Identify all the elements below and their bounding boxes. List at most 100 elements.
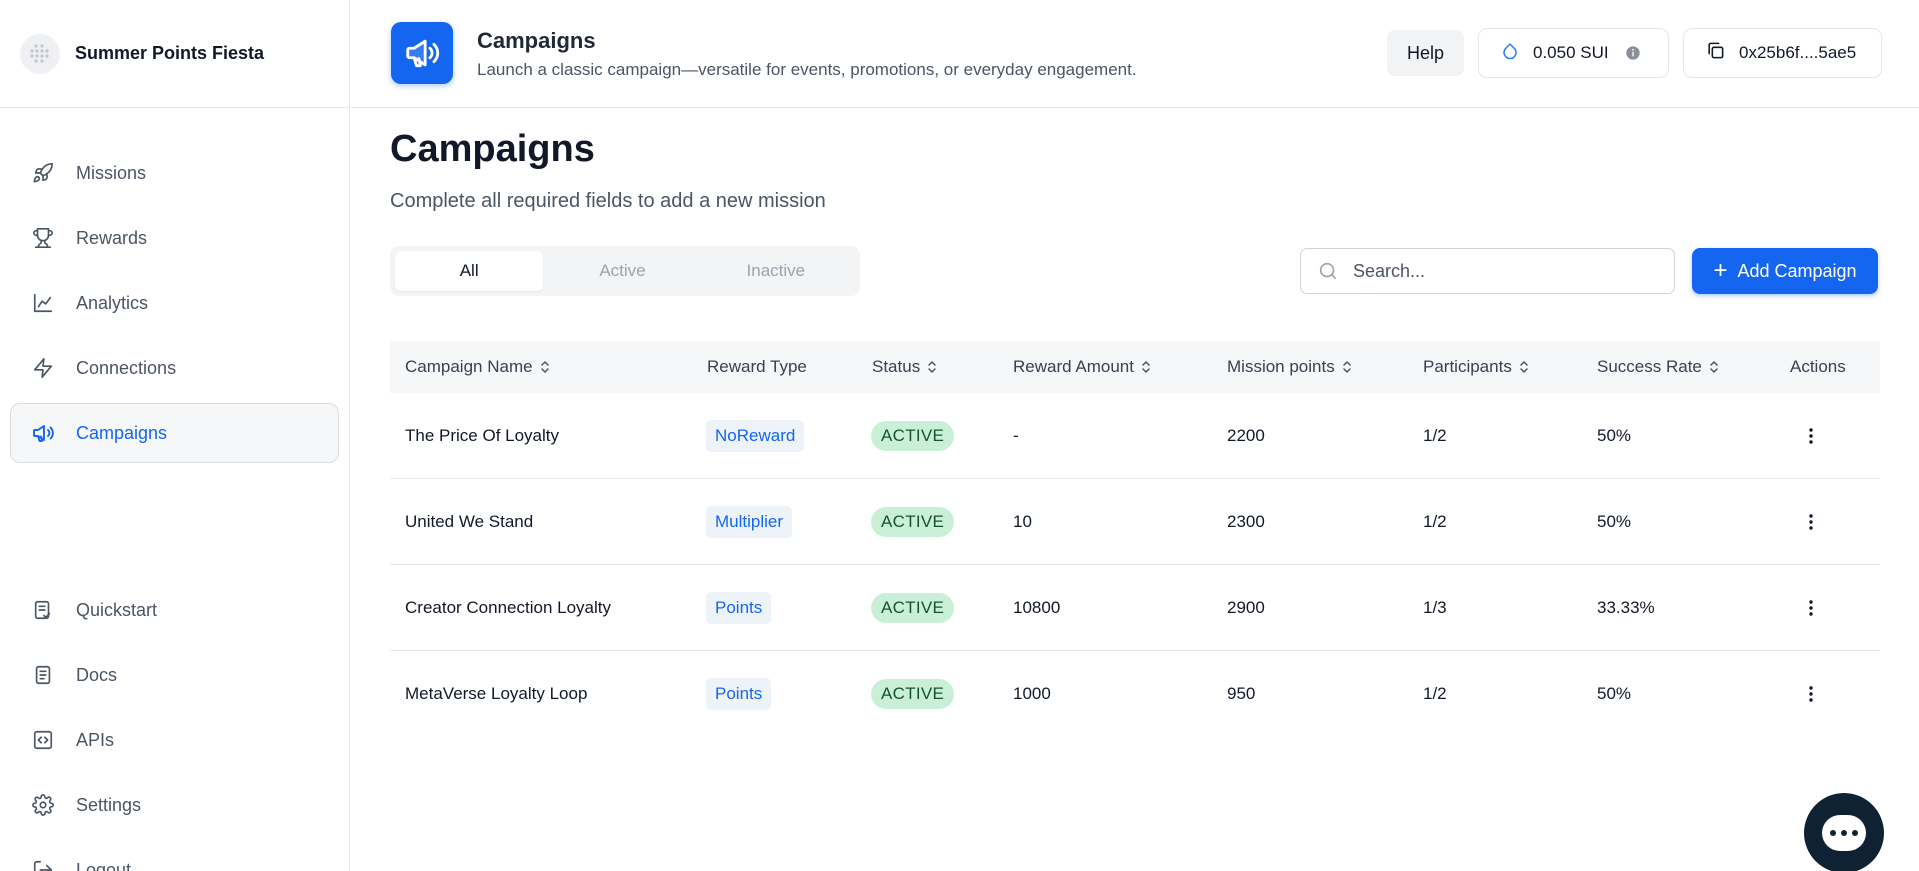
cell-actions <box>1799 651 1823 737</box>
cell-reward-type: Multiplier <box>706 479 793 565</box>
sidebar-item-label: Analytics <box>76 292 149 313</box>
column-reward-amount[interactable]: Reward Amount <box>1013 357 1152 377</box>
reward-type-badge: Points <box>706 592 772 624</box>
filter-tabs: All Active Inactive <box>390 246 860 296</box>
table-row[interactable]: The Price Of Loyalty NoReward ACTIVE - 2… <box>390 393 1880 479</box>
cell-campaign-name: The Price Of Loyalty <box>405 426 560 445</box>
column-status[interactable]: Status <box>872 357 938 377</box>
table-row[interactable]: MetaVerse Loyalty Loop Points ACTIVE 100… <box>390 651 1880 737</box>
chat-bubble-icon <box>1822 815 1866 851</box>
sidebar-item-label: Missions <box>76 162 147 183</box>
sidebar-item-quickstart[interactable]: Quickstart <box>10 580 339 640</box>
sidebar-item-rewards[interactable]: Rewards <box>10 208 339 268</box>
sidebar-item-campaigns[interactable]: Campaigns <box>10 403 339 463</box>
cell-reward-type: NoReward <box>706 393 805 479</box>
brand-name: Summer Points Fiesta <box>75 43 265 63</box>
sidebar-item-missions[interactable]: Missions <box>10 143 339 203</box>
cell-campaign-name: United We Stand <box>405 512 534 531</box>
cell-actions <box>1799 479 1823 565</box>
status-badge: ACTIVE <box>871 679 955 709</box>
cell-status: ACTIVE <box>871 393 955 479</box>
cell-participants: 1/2 <box>1423 512 1447 531</box>
column-label: Campaign Name <box>405 357 533 376</box>
sidebar-item-label: Connections <box>76 357 177 378</box>
info-icon[interactable] <box>1625 45 1641 61</box>
chart-line-icon <box>30 290 56 316</box>
status-badge: ACTIVE <box>871 593 955 623</box>
column-participants[interactable]: Participants <box>1423 357 1530 377</box>
sort-icon <box>1341 359 1353 375</box>
cell-reward-type: Points <box>706 651 772 737</box>
brand-logo-icon <box>20 33 60 74</box>
column-label: Reward Amount <box>1013 357 1134 376</box>
column-label: Status <box>872 357 921 376</box>
sidebar-item-docs[interactable]: Docs <box>10 645 339 705</box>
cell-status: ACTIVE <box>871 565 955 651</box>
balance-pill[interactable]: 0.050 SUI <box>1478 28 1669 78</box>
add-campaign-label: Add Campaign <box>1737 260 1857 281</box>
column-label: Actions <box>1790 357 1846 376</box>
sort-icon <box>1708 359 1720 375</box>
chat-launcher-button[interactable] <box>1804 793 1884 871</box>
rocket-icon <box>30 160 56 186</box>
megaphone-icon <box>30 420 56 446</box>
cell-campaign-name: MetaVerse Loyalty Loop <box>405 684 588 703</box>
sidebar: Summer Points Fiesta Missions Rewards An… <box>0 0 350 871</box>
cell-reward-amount: - <box>1013 426 1019 445</box>
top-header: Campaigns Launch a classic campaign—vers… <box>351 0 1919 108</box>
lightning-icon <box>30 355 56 381</box>
sidebar-item-label: Quickstart <box>76 599 158 620</box>
column-label: Success Rate <box>1597 357 1702 376</box>
cell-mission-points: 2300 <box>1227 512 1265 531</box>
sidebar-item-settings[interactable]: Settings <box>10 775 339 835</box>
cell-participants: 1/2 <box>1423 426 1447 445</box>
table-row[interactable]: Creator Connection Loyalty Points ACTIVE… <box>390 565 1880 651</box>
sidebar-item-analytics[interactable]: Analytics <box>10 273 339 333</box>
megaphone-icon <box>391 22 453 84</box>
balance-value: 0.050 SUI <box>1533 43 1609 62</box>
more-vertical-icon[interactable] <box>1799 682 1823 706</box>
cell-success-rate: 50% <box>1597 426 1632 445</box>
reward-type-badge: Points <box>706 678 772 710</box>
column-actions: Actions <box>1790 357 1846 377</box>
checklist-icon <box>30 597 56 623</box>
tab-all[interactable]: All <box>395 251 544 291</box>
more-vertical-icon[interactable] <box>1799 596 1823 620</box>
cell-actions <box>1799 565 1823 651</box>
cell-mission-points: 2200 <box>1227 426 1265 445</box>
copy-icon[interactable] <box>1706 41 1725 65</box>
column-campaign-name[interactable]: Campaign Name <box>405 357 551 377</box>
cell-reward-type: Points <box>706 565 772 651</box>
status-badge: ACTIVE <box>871 421 955 451</box>
reward-type-badge: NoReward <box>706 420 805 452</box>
tab-inactive[interactable]: Inactive <box>702 251 850 291</box>
sidebar-item-label: Docs <box>76 664 118 685</box>
logout-icon <box>30 857 56 871</box>
more-vertical-icon[interactable] <box>1799 424 1823 448</box>
cell-status: ACTIVE <box>871 651 955 737</box>
cell-mission-points: 2900 <box>1227 598 1265 617</box>
wallet-address-pill[interactable]: 0x25b6f....5ae5 <box>1683 28 1882 78</box>
sidebar-item-label: Campaigns <box>76 422 168 443</box>
column-mission-points[interactable]: Mission points <box>1227 357 1353 377</box>
page-subtitle: Complete all required fields to add a ne… <box>390 190 826 212</box>
table-row[interactable]: United We Stand Multiplier ACTIVE 10 230… <box>390 479 1880 565</box>
search-input[interactable] <box>1353 260 1653 282</box>
gear-icon <box>30 792 56 818</box>
more-vertical-icon[interactable] <box>1799 510 1823 534</box>
column-label: Mission points <box>1227 357 1335 376</box>
sidebar-item-logout[interactable]: Logout <box>10 840 339 871</box>
sidebar-nav-secondary: Quickstart Docs APIs Settings Logout <box>10 580 339 871</box>
sidebar-item-apis[interactable]: APIs <box>10 710 339 770</box>
tab-active[interactable]: Active <box>548 251 696 291</box>
add-campaign-button[interactable]: + Add Campaign <box>1692 248 1878 294</box>
header-title: Campaigns <box>477 28 596 53</box>
brand[interactable]: Summer Points Fiesta <box>0 0 349 108</box>
sidebar-item-label: Rewards <box>76 227 148 248</box>
help-button[interactable]: Help <box>1387 30 1464 76</box>
cell-campaign-name: Creator Connection Loyalty <box>405 598 612 617</box>
column-success-rate[interactable]: Success Rate <box>1597 357 1720 377</box>
sidebar-item-connections[interactable]: Connections <box>10 338 339 398</box>
cell-status: ACTIVE <box>871 479 955 565</box>
document-icon <box>30 662 56 688</box>
